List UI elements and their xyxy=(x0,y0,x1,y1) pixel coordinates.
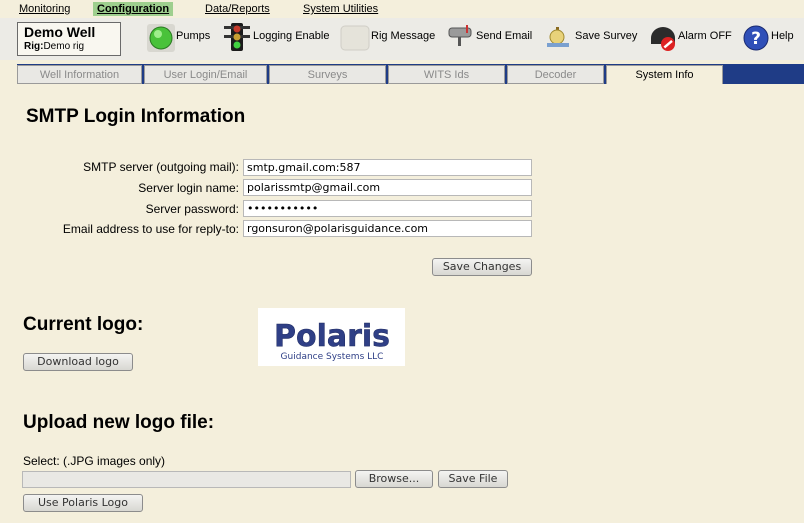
svg-text:?: ? xyxy=(751,29,761,49)
reply-to-label: Email address to use for reply-to: xyxy=(62,222,239,236)
tab-bar: Well Information User Login/Email Survey… xyxy=(17,64,804,84)
rig-name: Rig:Demo rig xyxy=(24,41,85,52)
polaris-logo-icon: Polaris Guidance Systems LLC xyxy=(274,319,391,362)
traffic-light-icon[interactable] xyxy=(222,22,252,52)
select-file-label: Select: (.JPG images only) xyxy=(23,454,166,468)
download-logo-button[interactable]: Download logo xyxy=(23,353,133,371)
use-polaris-logo-button[interactable]: Use Polaris Logo xyxy=(23,494,143,512)
svg-text:Polaris: Polaris xyxy=(274,319,390,354)
file-path-field[interactable] xyxy=(22,471,351,488)
login-name-label: Server login name: xyxy=(138,181,239,195)
save-survey-button[interactable]: Save Survey xyxy=(575,30,637,42)
menu-bar: Monitoring Configuration Data/Reports Sy… xyxy=(0,0,804,18)
svg-text:Guidance Systems LLC: Guidance Systems LLC xyxy=(281,352,384,362)
smtp-heading: SMTP Login Information xyxy=(26,106,246,127)
tab-system-info[interactable]: System Info xyxy=(606,65,723,84)
login-name-input[interactable] xyxy=(243,179,532,196)
well-name: Demo Well xyxy=(24,24,96,40)
rig-info-box: Demo Well Rig:Demo rig xyxy=(17,22,121,56)
tab-user-login-email[interactable]: User Login/Email xyxy=(144,65,267,84)
alarm-off-button[interactable]: Alarm OFF xyxy=(678,30,732,42)
tab-well-information[interactable]: Well Information xyxy=(17,65,142,84)
pumps-light-icon[interactable] xyxy=(147,24,175,52)
rig-message-button[interactable]: Rig Message xyxy=(371,30,435,42)
rig-message-icon[interactable] xyxy=(340,24,370,52)
mailbox-icon[interactable] xyxy=(446,25,476,47)
current-logo-heading: Current logo: xyxy=(23,314,144,335)
help-icon[interactable]: ? xyxy=(742,24,770,52)
tab-surveys[interactable]: Surveys xyxy=(269,65,386,84)
alarm-off-icon[interactable] xyxy=(648,24,678,52)
save-changes-button[interactable]: Save Changes xyxy=(432,258,532,276)
smtp-server-input[interactable] xyxy=(243,159,532,176)
menu-monitoring[interactable]: Monitoring xyxy=(19,3,70,15)
menu-system-utilities[interactable]: System Utilities xyxy=(303,3,378,15)
send-email-button[interactable]: Send Email xyxy=(476,30,532,42)
menu-configuration[interactable]: Configuration xyxy=(93,2,174,16)
password-input[interactable] xyxy=(243,200,532,217)
smtp-server-label: SMTP server (outgoing mail): xyxy=(83,160,239,174)
password-label: Server password: xyxy=(145,202,239,216)
logging-enable-button[interactable]: Logging Enable xyxy=(253,30,329,42)
menu-data-reports[interactable]: Data/Reports xyxy=(205,3,270,15)
help-button[interactable]: Help xyxy=(771,30,794,42)
company-logo: Polaris Guidance Systems LLC xyxy=(258,308,405,366)
tab-wits-ids[interactable]: WITS Ids xyxy=(388,65,505,84)
pumps-button[interactable]: Pumps xyxy=(176,30,210,42)
reply-to-input[interactable] xyxy=(243,220,532,237)
tab-decoder[interactable]: Decoder xyxy=(507,65,604,84)
upload-logo-heading: Upload new logo file: xyxy=(23,412,215,433)
save-survey-icon[interactable] xyxy=(543,25,573,51)
browse-button[interactable]: Browse... xyxy=(355,470,433,488)
save-file-button[interactable]: Save File xyxy=(438,470,508,488)
